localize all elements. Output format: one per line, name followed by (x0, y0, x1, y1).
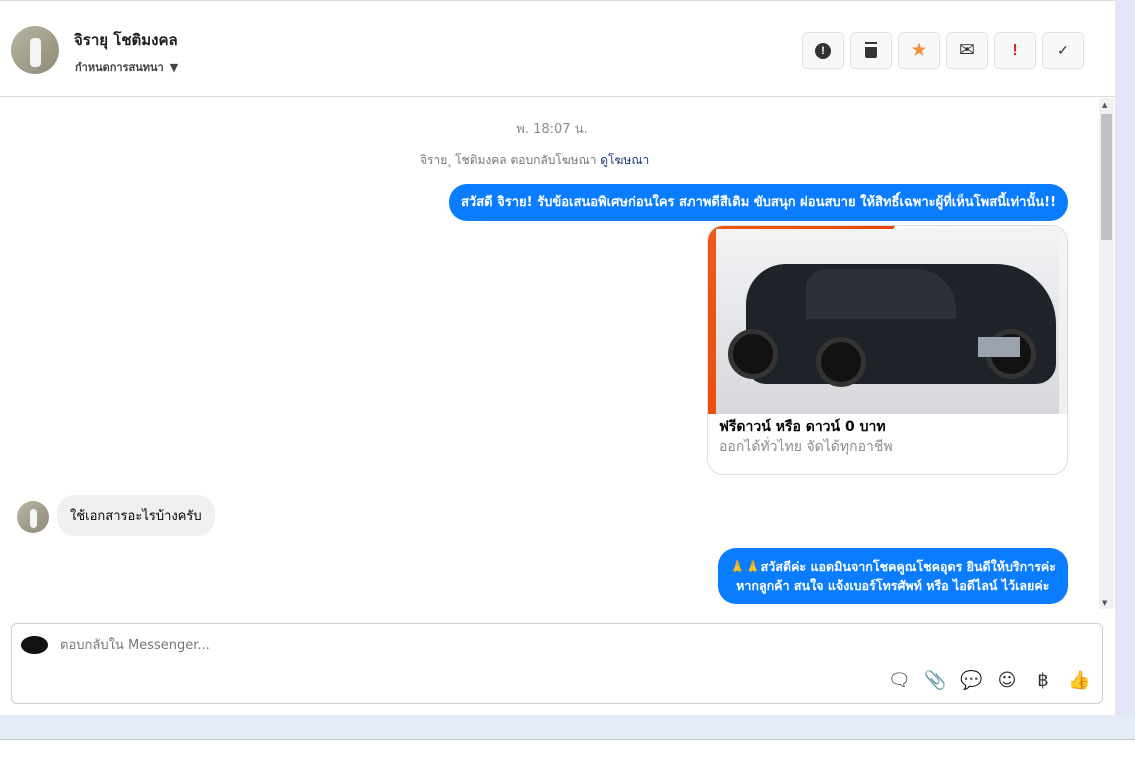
star-button[interactable]: ★ (898, 32, 940, 69)
star-icon: ★ (910, 40, 928, 61)
scrollbar-thumb[interactable] (1101, 114, 1112, 240)
thumbs-up-icon[interactable]: 👍 (1068, 670, 1090, 691)
message-line: 🙏🙏สวัสดีค่ะ แอดมินจากโชคคูณโชคอุดร ยินดี… (729, 559, 1056, 574)
scroll-up-arrow-icon[interactable]: ▲ (1102, 101, 1107, 109)
conversation-header: จิรายุ โชติมงคล กำหนดการสนทนา ▼ ! ★ ✉ ! ✓ (0, 1, 1115, 97)
report-button[interactable]: ! (802, 32, 844, 69)
scroll-down-arrow-icon[interactable]: ▼ (1102, 599, 1107, 607)
ad-card[interactable]: ฟรีดาวน์ หรือ ดาวน์ 0 บาท ออกได้ทั่วไทย … (707, 225, 1068, 475)
ad-image (708, 226, 1067, 414)
timestamp: พ. 18:07 น. (516, 122, 588, 137)
message-line: หากลูกค้า สนใจ แจ้งเบอร์โทรศัพท์ หรือ ไอ… (736, 578, 1050, 593)
conversation-menu-label: กำหนดการสนทนา (75, 61, 164, 74)
emoji-icon[interactable]: ☺ (996, 670, 1018, 691)
spam-button[interactable]: ! (994, 32, 1036, 69)
alert-circle-icon: ! (815, 42, 831, 59)
delete-button[interactable] (850, 32, 892, 69)
scrollbar[interactable]: ▲ ▼ (1099, 98, 1114, 609)
conversation-menu-dropdown[interactable]: กำหนดการสนทนา ▼ (75, 58, 178, 76)
envelope-icon: ✉ (959, 40, 975, 61)
page-avatar (21, 636, 48, 654)
caret-down-icon: ▼ (169, 60, 179, 74)
quick-reply-icon[interactable]: 💬 (960, 670, 982, 691)
reply-input[interactable] (60, 634, 960, 656)
message-thread: พ. 18:07 น. จิราย ุ โชติมงคล ตอบกลับโฆษณ… (0, 98, 1099, 609)
attachment-icon[interactable]: 📎 (924, 670, 946, 691)
exclamation-icon: ! (1012, 41, 1018, 59)
baht-icon[interactable]: ฿ (1032, 670, 1054, 691)
saved-reply-icon[interactable]: 🗨 (888, 670, 911, 691)
message-bubble-outgoing: สวัสดี จิราย! รับข้อเสนอพิเศษก่อนใคร สภา… (449, 184, 1068, 221)
side-strip (1115, 0, 1135, 715)
message-bubble-incoming: ใช้เอกสารอะไรบ้างครับ (57, 495, 215, 536)
mark-unread-button[interactable]: ✉ (946, 32, 988, 69)
conversation-panel: จิรายุ โชติมงคล กำหนดการสนทนา ▼ ! ★ ✉ ! ✓… (0, 0, 1115, 715)
trash-icon (865, 43, 877, 58)
check-icon: ✓ (1057, 42, 1069, 58)
message-bubble-outgoing: 🙏🙏สวัสดีค่ะ แอดมินจากโชคคูณโชคอุดร ยินดี… (717, 548, 1068, 604)
toolbar: ! ★ ✉ ! ✓ (802, 32, 1084, 69)
contact-name[interactable]: จิรายุ โชติมงคล (74, 28, 178, 52)
ad-card-title: ฟรีดาวน์ หรือ ดาวน์ 0 บาท (719, 419, 886, 435)
ad-reply-notice: จิราย ุ โชติมงคล ตอบกลับโฆษณา ดูโฆษณา (420, 151, 649, 170)
ad-card-subtitle: ออกได้ทั่วไทย จัดได้ทุกอาชีพ (719, 439, 893, 455)
mark-done-button[interactable]: ✓ (1042, 32, 1084, 69)
composer-tools: 🗨 📎 💬 ☺ ฿ 👍 (888, 670, 1090, 691)
bottom-band (0, 715, 1135, 740)
sender-avatar (17, 501, 49, 533)
contact-avatar[interactable] (11, 26, 59, 74)
view-ad-link[interactable]: ดูโฆษณา (600, 153, 649, 167)
ad-reply-text: จิราย ุ โชติมงคล ตอบกลับโฆษณา (420, 153, 597, 167)
reply-composer: 🗨 📎 💬 ☺ ฿ 👍 (11, 623, 1103, 704)
